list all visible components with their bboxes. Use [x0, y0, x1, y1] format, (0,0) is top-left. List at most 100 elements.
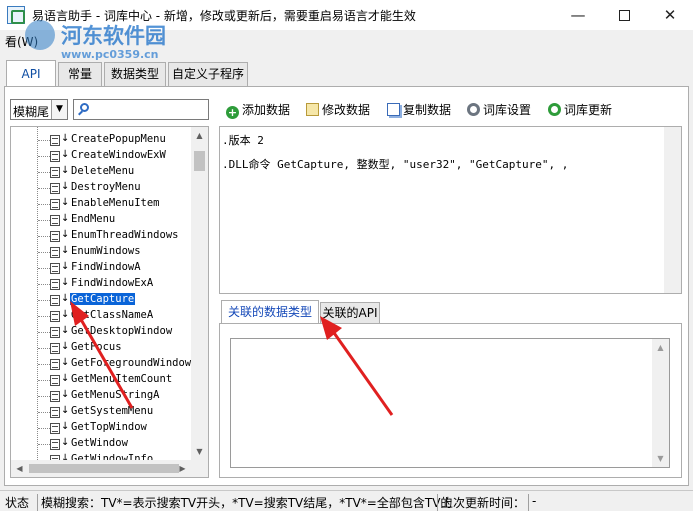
tree-vertical-scrollbar[interactable]: ▲ ▼: [191, 127, 208, 460]
tree-item[interactable]: ↓ EnumWindows: [11, 244, 191, 260]
search-input[interactable]: [73, 99, 209, 120]
api-tree[interactable]: ↓ CreatePopupMenu ↓ CreateWindowExW ↓ DeleteM…: [10, 126, 209, 478]
tree-item[interactable]: ↓ EnumThreadWindows: [11, 228, 191, 244]
library-update-label: 词库更新: [564, 103, 613, 117]
tree-item-label: GetFocus: [71, 341, 122, 353]
edit-data-button[interactable]: 修改数据: [306, 101, 370, 119]
arrow-down-icon: ↓: [61, 389, 70, 400]
tree-connector: [38, 156, 50, 157]
tree-item[interactable]: ↓ GetFocus: [11, 340, 191, 356]
last-update-label: 上次更新时间：: [437, 494, 525, 511]
tree-item[interactable]: ↓ GetMenuItemCount: [11, 372, 191, 388]
tab-related-data-types[interactable]: 关联的数据类型: [221, 300, 319, 323]
document-icon: [50, 295, 60, 306]
scroll-up-icon[interactable]: ▲: [191, 127, 208, 144]
tree-item-label: GetMenuItemCount: [71, 373, 173, 385]
tree-connector: [38, 444, 50, 445]
minimize-button[interactable]: —: [555, 0, 601, 30]
related-list-scrollbar[interactable]: ▲ ▼: [652, 339, 669, 467]
arrow-down-icon: ↓: [61, 213, 70, 224]
tree-item[interactable]: ↓ GetForegroundWindow: [11, 356, 191, 372]
document-icon: [50, 231, 60, 242]
tree-item[interactable]: ↓ GetTopWindow: [11, 420, 191, 436]
document-icon: [50, 407, 60, 418]
status-label: 状态: [5, 496, 30, 510]
tree-connector: [38, 364, 50, 365]
tree-item-label: CreatePopupMenu: [71, 133, 166, 145]
document-icon: [50, 215, 60, 226]
tree-item-label: FindWindowA: [71, 261, 141, 273]
tree-item-label: GetWindow: [71, 437, 128, 449]
tree-item-label: EnableMenuItem: [71, 197, 160, 209]
code-vertical-scrollbar[interactable]: [664, 127, 681, 293]
tree-item[interactable]: ↓ DestroyMenu: [11, 180, 191, 196]
code-editor[interactable]: .版本 2 .DLL命令 GetCapture, 整数型, "user32", …: [219, 126, 682, 294]
document-icon: [50, 423, 60, 434]
arrow-down-icon: ↓: [61, 421, 70, 432]
add-data-button[interactable]: + 添加数据: [226, 101, 290, 119]
status-bar: 状态 模糊搜索：TV*=表示搜索TV开头，*TV=搜索TV结尾，*TV*=全部包…: [0, 490, 693, 511]
maximize-icon: [618, 10, 630, 21]
tree-connector: [38, 316, 50, 317]
tree-item[interactable]: ↓ FindWindowA: [11, 260, 191, 276]
scroll-down-icon[interactable]: ▼: [652, 450, 669, 467]
arrow-down-icon: ↓: [61, 149, 70, 160]
tree-item[interactable]: ↓ GetSystemMenu: [11, 404, 191, 420]
scroll-up-icon[interactable]: ▲: [652, 339, 669, 356]
add-icon: +: [226, 106, 239, 119]
tab-api[interactable]: API: [6, 60, 56, 86]
document-icon: [50, 391, 60, 402]
scroll-left-icon[interactable]: ◀: [11, 460, 28, 477]
tree-item[interactable]: ↓ GetClassNameA: [11, 308, 191, 324]
tree-item[interactable]: ↓ GetCapture: [11, 292, 191, 308]
tree-item[interactable]: ↓ CreatePopupMenu: [11, 132, 191, 148]
arrow-down-icon: ↓: [61, 245, 70, 256]
arrow-down-icon: ↓: [61, 133, 70, 144]
tree-item[interactable]: ↓ GetDesktopWindow: [11, 324, 191, 340]
copy-data-button[interactable]: 复制数据: [387, 101, 451, 119]
tree-item[interactable]: ↓ FindWindowExA: [11, 276, 191, 292]
document-icon: [50, 167, 60, 178]
library-settings-button[interactable]: 词库设置: [467, 101, 531, 119]
tree-connector: [38, 172, 50, 173]
tab-constants[interactable]: 常量: [58, 62, 102, 86]
document-icon: [50, 199, 60, 210]
document-icon: [50, 375, 60, 386]
document-icon: [50, 183, 60, 194]
tree-item[interactable]: ↓ GetMenuStringA: [11, 388, 191, 404]
scroll-thumb-horizontal[interactable]: [29, 464, 179, 473]
scroll-down-icon[interactable]: ▼: [191, 443, 208, 460]
tree-item[interactable]: ↓ GetWindow: [11, 436, 191, 452]
maximize-button[interactable]: [601, 0, 647, 30]
document-icon: [50, 151, 60, 162]
tree-item[interactable]: ↓ DeleteMenu: [11, 164, 191, 180]
library-update-button[interactable]: 词库更新: [548, 101, 612, 119]
tab-data-types[interactable]: 数据类型: [104, 62, 166, 86]
chevron-down-icon[interactable]: ▼: [51, 100, 67, 119]
related-list[interactable]: ▲ ▼: [230, 338, 670, 468]
search-mode-select[interactable]: 模糊尾 ▼: [10, 99, 68, 120]
copy-icon: [387, 103, 400, 116]
document-icon: [50, 279, 60, 290]
tree-item[interactable]: ↓ EndMenu: [11, 212, 191, 228]
tree-item[interactable]: ↓ CreateWindowExW: [11, 148, 191, 164]
tree-horizontal-scrollbar[interactable]: ◀ ▶: [11, 460, 208, 477]
scroll-thumb[interactable]: [194, 151, 205, 171]
arrow-down-icon: ↓: [61, 181, 70, 192]
tab-custom-subroutines[interactable]: 自定义子程序: [168, 62, 248, 86]
tree-item-label: GetForegroundWindow: [71, 357, 192, 369]
document-icon: [50, 311, 60, 322]
tree-item-label: DestroyMenu: [71, 181, 141, 193]
tree-item-label: GetClassNameA: [71, 309, 154, 321]
tree-connector: [38, 236, 50, 237]
close-button[interactable]: ✕: [647, 0, 693, 30]
arrow-down-icon: ↓: [61, 293, 70, 304]
add-data-label: 添加数据: [242, 103, 291, 117]
arrow-down-icon: ↓: [61, 325, 70, 336]
tree-item[interactable]: ↓ EnableMenuItem: [11, 196, 191, 212]
scroll-right-icon[interactable]: ▶: [174, 460, 191, 477]
gear-icon: [467, 103, 480, 116]
related-panel-body: ▲ ▼: [219, 323, 682, 478]
tab-related-api[interactable]: 关联的API: [320, 302, 380, 323]
document-icon: [50, 327, 60, 338]
